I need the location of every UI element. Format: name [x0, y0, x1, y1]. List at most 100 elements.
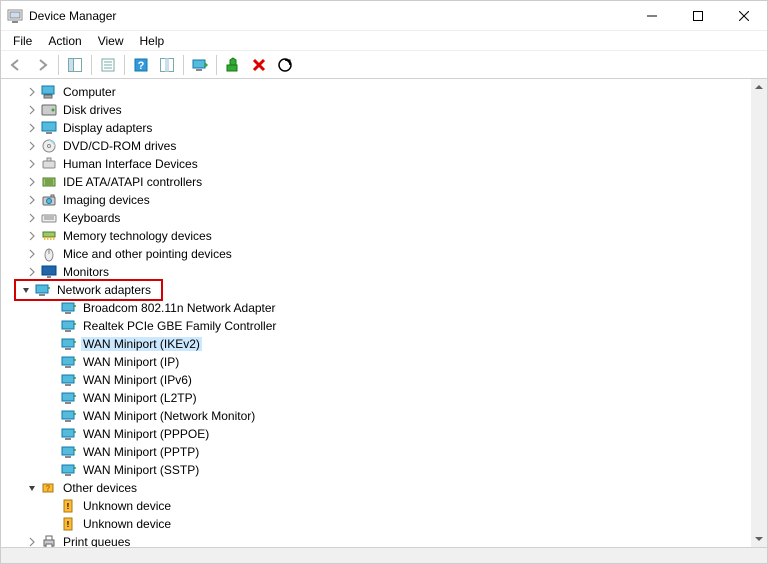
- expand-chevron-icon[interactable]: [25, 193, 39, 207]
- network-icon: [61, 426, 77, 442]
- tree-item[interactable]: IDE ATA/ATAPI controllers: [1, 173, 751, 191]
- window-title: Device Manager: [29, 9, 629, 23]
- tree-item-label: Broadcom 802.11n Network Adapter: [81, 301, 278, 315]
- toolbar-show-hide-tree-button[interactable]: [63, 53, 87, 77]
- toolbar-enable-button[interactable]: [221, 53, 245, 77]
- tree-item[interactable]: WAN Miniport (PPTP): [1, 443, 751, 461]
- menu-help[interactable]: Help: [132, 32, 173, 50]
- tree-item[interactable]: Mice and other pointing devices: [1, 245, 751, 263]
- minimize-button[interactable]: [629, 1, 675, 31]
- tree-item[interactable]: Memory technology devices: [1, 227, 751, 245]
- tree-item[interactable]: Imaging devices: [1, 191, 751, 209]
- expand-chevron-icon: [45, 337, 59, 351]
- status-bar: [1, 547, 767, 563]
- expand-chevron-icon[interactable]: [25, 121, 39, 135]
- toolbar-update-driver-button[interactable]: [188, 53, 212, 77]
- expand-chevron-icon[interactable]: [25, 481, 39, 495]
- tree-item-label: Mice and other pointing devices: [61, 247, 234, 261]
- expand-chevron-icon[interactable]: [25, 265, 39, 279]
- tree-item[interactable]: Print queues: [1, 533, 751, 547]
- network-icon: [61, 300, 77, 316]
- tree-item-label: WAN Miniport (L2TP): [81, 391, 199, 405]
- tree-item[interactable]: Computer: [1, 83, 751, 101]
- expand-chevron-icon: [45, 517, 59, 531]
- disk-icon: [41, 102, 57, 118]
- menu-action[interactable]: Action: [40, 32, 89, 50]
- toolbar-uninstall-button[interactable]: [247, 53, 271, 77]
- toolbar-properties-button[interactable]: [96, 53, 120, 77]
- device-tree[interactable]: Computer Disk drives Display adapters DVD/C…: [1, 79, 751, 547]
- maximize-button[interactable]: [675, 1, 721, 31]
- expand-chevron-icon[interactable]: [25, 103, 39, 117]
- tree-item-label: Unknown device: [81, 517, 173, 531]
- toolbar-back-button[interactable]: [4, 53, 28, 77]
- scroll-up-button[interactable]: [751, 79, 767, 95]
- network-icon: [35, 282, 51, 298]
- tree-item[interactable]: Display adapters: [1, 119, 751, 137]
- toolbar-forward-button[interactable]: [30, 53, 54, 77]
- tree-item-label: Computer: [61, 85, 118, 99]
- network-icon: [61, 318, 77, 334]
- network-icon: [61, 336, 77, 352]
- tree-item[interactable]: Realtek PCIe GBE Family Controller: [1, 317, 751, 335]
- toolbar-help-button[interactable]: ?: [129, 53, 153, 77]
- tree-item[interactable]: WAN Miniport (L2TP): [1, 389, 751, 407]
- vertical-scrollbar[interactable]: [751, 79, 767, 547]
- tree-item[interactable]: Keyboards: [1, 209, 751, 227]
- network-icon: [61, 444, 77, 460]
- expand-chevron-icon[interactable]: [25, 85, 39, 99]
- expand-chevron-icon[interactable]: [25, 157, 39, 171]
- monitor-icon: [41, 264, 57, 280]
- expand-chevron-icon[interactable]: [25, 229, 39, 243]
- tree-item-label: Display adapters: [61, 121, 154, 135]
- toolbar-separator: [91, 55, 92, 75]
- tree-item[interactable]: Other devices: [1, 479, 751, 497]
- expand-chevron-icon: [45, 355, 59, 369]
- tree-item[interactable]: Network adapters: [1, 281, 751, 299]
- expand-chevron-icon[interactable]: [19, 283, 33, 297]
- toolbar-action-button[interactable]: [155, 53, 179, 77]
- expand-chevron-icon[interactable]: [25, 211, 39, 225]
- tree-item[interactable]: WAN Miniport (IPv6): [1, 371, 751, 389]
- menu-file[interactable]: File: [5, 32, 40, 50]
- menu-view[interactable]: View: [90, 32, 132, 50]
- tree-item[interactable]: WAN Miniport (SSTP): [1, 461, 751, 479]
- expand-chevron-icon: [45, 391, 59, 405]
- tree-item-label: Unknown device: [81, 499, 173, 513]
- tree-item[interactable]: WAN Miniport (Network Monitor): [1, 407, 751, 425]
- expand-chevron-icon[interactable]: [25, 139, 39, 153]
- tree-item-label: Keyboards: [61, 211, 122, 225]
- expand-chevron-icon[interactable]: [25, 535, 39, 547]
- tree-item[interactable]: Human Interface Devices: [1, 155, 751, 173]
- toolbar-separator: [58, 55, 59, 75]
- expand-chevron-icon[interactable]: [25, 247, 39, 261]
- tree-item-label: Print queues: [61, 535, 132, 547]
- tree-item[interactable]: WAN Miniport (PPPOE): [1, 425, 751, 443]
- scroll-down-button[interactable]: [751, 531, 767, 547]
- toolbar-separator: [183, 55, 184, 75]
- tree-item-label: WAN Miniport (PPTP): [81, 445, 201, 459]
- tree-item-label: Imaging devices: [61, 193, 152, 207]
- tree-item[interactable]: WAN Miniport (IP): [1, 353, 751, 371]
- keyboard-icon: [41, 210, 57, 226]
- close-button[interactable]: [721, 1, 767, 31]
- tree-item[interactable]: DVD/CD-ROM drives: [1, 137, 751, 155]
- tree-item[interactable]: Unknown device: [1, 497, 751, 515]
- unknown-icon: [61, 498, 77, 514]
- tree-item[interactable]: Disk drives: [1, 101, 751, 119]
- tree-item[interactable]: Broadcom 802.11n Network Adapter: [1, 299, 751, 317]
- network-icon: [61, 408, 77, 424]
- tree-item-label: Realtek PCIe GBE Family Controller: [81, 319, 278, 333]
- network-icon: [61, 390, 77, 406]
- tree-item[interactable]: Unknown device: [1, 515, 751, 533]
- expand-chevron-icon: [45, 445, 59, 459]
- tree-item-label: DVD/CD-ROM drives: [61, 139, 178, 153]
- tree-item-label: Memory technology devices: [61, 229, 214, 243]
- window-controls: [629, 1, 767, 31]
- expand-chevron-icon[interactable]: [25, 175, 39, 189]
- toolbar: ?: [1, 51, 767, 79]
- tree-item-label: Human Interface Devices: [61, 157, 200, 171]
- toolbar-scan-button[interactable]: [273, 53, 297, 77]
- mouse-icon: [41, 246, 57, 262]
- tree-item[interactable]: WAN Miniport (IKEv2): [1, 335, 751, 353]
